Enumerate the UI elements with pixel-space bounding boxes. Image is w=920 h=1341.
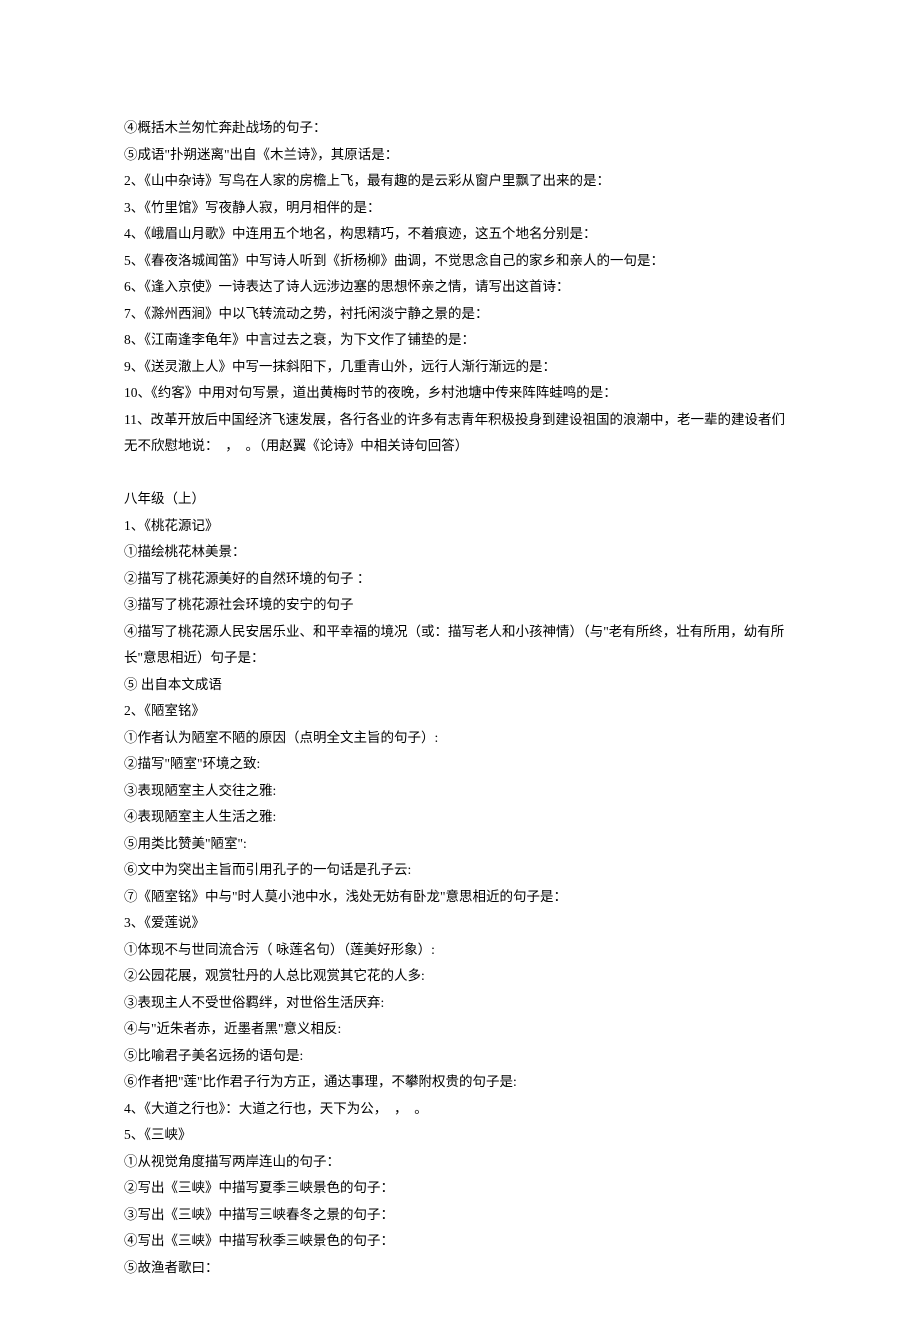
text-line: 5、《春夜洛城闻笛》中写诗人听到《折杨柳》曲调，不觉思念自己的家乡和亲人的一句是…	[124, 248, 796, 275]
text-line: ⑤用类比赞美"陋室":	[124, 831, 796, 858]
text-line: 2、《山中杂诗》写鸟在人家的房檐上飞，最有趣的是云彩从窗户里飘了出来的是：	[124, 168, 796, 195]
text-line: ⑤比喻君子美名远扬的语句是:	[124, 1043, 796, 1070]
text-line: ②公园花展，观赏牡丹的人总比观赏其它花的人多:	[124, 963, 796, 990]
text-line: 9、《送灵澈上人》中写一抹斜阳下，几重青山外，远行人渐行渐远的是：	[124, 354, 796, 381]
text-line: 7、《滁州西涧》中以飞转流动之势，衬托闲淡宁静之景的是：	[124, 301, 796, 328]
text-line: ③表现主人不受世俗羁绊，对世俗生活厌弃:	[124, 990, 796, 1017]
text-line: 6、《逢入京使》一诗表达了诗人远涉边塞的思想怀亲之情，请写出这首诗：	[124, 274, 796, 301]
text-line: ⑥作者把"莲"比作君子行为方正，通达事理，不攀附权贵的句子是:	[124, 1069, 796, 1096]
text-line: 3、《爱莲说》	[124, 910, 796, 937]
text-line: ①体现不与世同流合污（ 咏莲名句）（莲美好形象）:	[124, 937, 796, 964]
text-line: ①从视觉角度描写两岸连山的句子：	[124, 1149, 796, 1176]
text-line: ④描写了桃花源人民安居乐业、和平幸福的境况（或：描写老人和小孩神情）（与"老有所…	[124, 619, 796, 672]
document-page: ④概括木兰匆忙奔赴战场的句子： ⑤成语"扑朔迷离"出自《木兰诗》，其原话是： 2…	[0, 0, 920, 1341]
blank-line	[124, 460, 796, 487]
text-line: 5、《三峡》	[124, 1122, 796, 1149]
text-line: ③写出《三峡》中描写三峡春冬之景的句子：	[124, 1202, 796, 1229]
section-title: 八年级（上）	[124, 486, 796, 513]
text-line: ③描写了桃花源社会环境的安宁的句子	[124, 592, 796, 619]
text-line: ②描写了桃花源美好的自然环境的句子 ：	[124, 566, 796, 593]
text-line: 10、《约客》中用对句写景，道出黄梅时节的夜晚，乡村池塘中传来阵阵蛙鸣的是：	[124, 380, 796, 407]
text-line: ④概括木兰匆忙奔赴战场的句子：	[124, 115, 796, 142]
text-line: ①作者认为陋室不陋的原因（点明全文主旨的句子）:	[124, 725, 796, 752]
text-line: 3、《竹里馆》写夜静人寂，明月相伴的是：	[124, 195, 796, 222]
text-line: ③表现陋室主人交往之雅:	[124, 778, 796, 805]
text-line: 11、改革开放后中国经济飞速发展，各行各业的许多有志青年积极投身到建设祖国的浪潮…	[124, 407, 796, 460]
text-line: 4、《峨眉山月歌》中连用五个地名，构思精巧，不着痕迹，这五个地名分别是：	[124, 221, 796, 248]
text-line: ⑤故渔者歌曰：	[124, 1255, 796, 1282]
text-line: ④表现陋室主人生活之雅:	[124, 804, 796, 831]
text-line: ①描绘桃花林美景：	[124, 539, 796, 566]
text-line: 2、《陋室铭》	[124, 698, 796, 725]
text-line: ⑤成语"扑朔迷离"出自《木兰诗》，其原话是：	[124, 142, 796, 169]
text-line: ②描写"陋室"环境之致:	[124, 751, 796, 778]
text-line: ④与"近朱者赤，近墨者黑"意义相反:	[124, 1016, 796, 1043]
text-line: ⑦《陋室铭》中与"时人莫小池中水，浅处无妨有卧龙"意思相近的句子是：	[124, 884, 796, 911]
text-line: 4、《大道之行也》：大道之行也，天下为公， ， 。	[124, 1096, 796, 1123]
text-line: ④写出《三峡》中描写秋季三峡景色的句子：	[124, 1228, 796, 1255]
text-line: 8、《江南逢李龟年》中言过去之衰，为下文作了铺垫的是：	[124, 327, 796, 354]
text-line: 1、《桃花源记》	[124, 513, 796, 540]
text-line: ⑥文中为突出主旨而引用孔子的一句话是孔子云:	[124, 857, 796, 884]
text-line: ⑤ 出自本文成语	[124, 672, 796, 699]
text-line: ②写出《三峡》中描写夏季三峡景色的句子：	[124, 1175, 796, 1202]
